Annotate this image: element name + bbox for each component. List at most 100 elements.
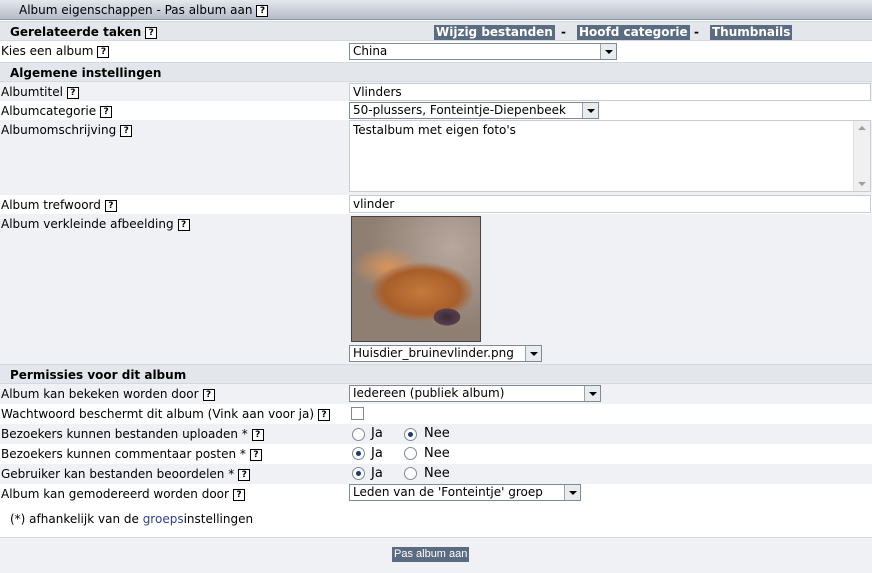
chevron-down-icon[interactable]: [582, 103, 598, 118]
album-keyword-label-text: Album trefwoord: [1, 198, 101, 212]
footnote: (*) afhankelijk van de groepsinstellinge…: [10, 512, 253, 526]
help-icon[interactable]: ?: [256, 4, 269, 17]
help-icon[interactable]: ?: [318, 408, 331, 421]
album-description-textarea[interactable]: Testalbum met eigen foto's: [349, 120, 871, 192]
password-checkbox[interactable]: [351, 407, 364, 420]
separator: -: [694, 25, 699, 39]
help-icon[interactable]: ?: [100, 105, 113, 118]
choose-album-select[interactable]: China: [349, 43, 617, 60]
moderation-label-text: Album kan gemodereerd worden door: [1, 487, 229, 501]
ratings-yes-radio[interactable]: [352, 467, 365, 480]
album-category-row: Albumcategorie? 50-plussers, Fonteintje-…: [0, 101, 872, 120]
chevron-down-icon[interactable]: [525, 346, 541, 361]
textarea-scrollbar[interactable]: [853, 121, 870, 191]
ratings-yes-label[interactable]: Ja: [371, 466, 383, 481]
ratings-row: Gebruiker kan bestanden beoordelen *? Ja…: [0, 464, 872, 484]
view-permission-label: Album kan bekeken worden door?: [1, 387, 215, 401]
moderation-select[interactable]: Leden van de 'Fonteintje' groep: [349, 484, 581, 501]
groups-link[interactable]: groeps: [143, 512, 184, 526]
album-title-label: Albumtitel?: [1, 85, 79, 99]
ratings-label: Gebruiker kan bestanden beoordelen *?: [1, 467, 251, 481]
help-icon[interactable]: ?: [202, 388, 215, 401]
page-title-text: Album eigenschappen - Pas album aan: [19, 3, 253, 17]
chevron-down-icon[interactable]: [584, 386, 600, 401]
uploads-yes-radio[interactable]: [352, 428, 365, 441]
separator: -: [561, 25, 566, 39]
comments-yes-label[interactable]: Ja: [371, 446, 383, 461]
edit-files-link[interactable]: Wijzig bestanden: [434, 25, 555, 40]
moderation-label: Album kan gemodereerd worden door?: [1, 487, 245, 501]
album-category-select[interactable]: 50-plussers, Fonteintje-Diepenbeek: [349, 102, 599, 119]
password-label: Wachtwoord beschermt dit album (Vink aan…: [1, 407, 331, 421]
view-permission-label-text: Album kan bekeken worden door: [1, 387, 199, 401]
comments-yes-radio[interactable]: [352, 447, 365, 460]
ratings-no-radio[interactable]: [404, 467, 417, 480]
help-icon[interactable]: ?: [97, 45, 110, 58]
permissions-heading-text: Permissies voor dit album: [10, 368, 187, 382]
choose-album-label: Kies een album?: [1, 44, 110, 58]
help-icon[interactable]: ?: [104, 199, 117, 212]
moderation-value: Leden van de 'Fonteintje' groep: [353, 485, 543, 499]
comments-label-text: Bezoekers kunnen commentaar posten *: [1, 447, 246, 461]
album-thumbnail-label-text: Album verkleinde afbeelding: [1, 217, 174, 231]
help-icon[interactable]: ?: [66, 86, 79, 99]
page-title: Album eigenschappen - Pas album aan?: [19, 3, 269, 17]
uploads-label: Bezoekers kunnen bestanden uploaden *?: [1, 427, 264, 441]
album-category-value: 50-plussers, Fonteintje-Diepenbeek: [353, 103, 566, 117]
album-keyword-row: Album trefwoord? vlinder: [0, 195, 872, 214]
chevron-down-icon[interactable]: [600, 44, 616, 59]
comments-no-label[interactable]: Nee: [424, 446, 450, 461]
thumbnails-link[interactable]: Thumbnails: [710, 25, 793, 40]
uploads-row: Bezoekers kunnen bestanden uploaden *? J…: [0, 424, 872, 444]
album-description-label: Albumomschrijving?: [1, 123, 133, 137]
general-settings-heading: Algemene instellingen: [0, 62, 872, 82]
scroll-up-icon[interactable]: [858, 126, 866, 130]
help-icon[interactable]: ?: [249, 448, 262, 461]
permissions-heading: Permissies voor dit album: [0, 364, 872, 384]
album-title-label-text: Albumtitel: [1, 85, 63, 99]
related-tasks-label-text: Gerelateerde taken: [10, 25, 142, 39]
uploads-label-text: Bezoekers kunnen bestanden uploaden *: [1, 427, 248, 441]
comments-no-radio[interactable]: [404, 447, 417, 460]
uploads-no-radio[interactable]: [404, 428, 417, 441]
password-row: Wachtwoord beschermt dit album (Vink aan…: [0, 404, 872, 424]
help-icon[interactable]: ?: [145, 26, 158, 39]
update-album-button[interactable]: Pas album aan: [392, 547, 470, 562]
general-settings-heading-text: Algemene instellingen: [10, 66, 162, 80]
help-icon[interactable]: ?: [232, 488, 245, 501]
view-permission-select[interactable]: Iedereen (publiek album): [349, 385, 601, 402]
chevron-down-icon[interactable]: [564, 485, 580, 500]
footnote-prefix: (*) afhankelijk van de: [10, 512, 143, 526]
view-permission-value: Iedereen (publiek album): [353, 386, 505, 400]
help-icon[interactable]: ?: [238, 468, 251, 481]
album-title-row: Albumtitel? Vlinders: [0, 82, 872, 101]
parent-category-link[interactable]: Hoofd categorie: [577, 25, 690, 40]
ratings-label-text: Gebruiker kan bestanden beoordelen *: [1, 467, 235, 481]
comments-label: Bezoekers kunnen commentaar posten *?: [1, 447, 262, 461]
album-description-value: Testalbum met eigen foto's: [353, 123, 516, 137]
choose-album-value: China: [353, 44, 388, 58]
moderation-row: Album kan gemodereerd worden door? Leden…: [0, 484, 872, 504]
album-category-label: Albumcategorie?: [1, 104, 113, 118]
help-icon[interactable]: ?: [177, 218, 190, 231]
uploads-yes-label[interactable]: Ja: [371, 426, 383, 441]
album-keyword-label: Album trefwoord?: [1, 198, 117, 212]
window-titlebar: Album eigenschappen - Pas album aan?: [0, 0, 872, 20]
help-icon[interactable]: ?: [120, 124, 133, 137]
password-label-text: Wachtwoord beschermt dit album (Vink aan…: [1, 407, 315, 421]
choose-album-row: Kies een album? China: [0, 41, 872, 62]
related-tasks-label: Gerelateerde taken?: [10, 25, 158, 39]
uploads-no-label[interactable]: Nee: [424, 426, 450, 441]
choose-album-label-text: Kies een album: [1, 44, 94, 58]
ratings-no-label[interactable]: Nee: [424, 466, 450, 481]
album-title-input[interactable]: Vlinders: [349, 83, 871, 101]
album-description-row: Albumomschrijving? Testalbum met eigen f…: [0, 120, 872, 195]
scroll-down-icon[interactable]: [858, 182, 866, 186]
related-tasks-row: Gerelateerde taken? Wijzig bestanden - H…: [0, 21, 872, 41]
help-icon[interactable]: ?: [251, 428, 264, 441]
album-thumbnail-label: Album verkleinde afbeelding?: [1, 217, 190, 231]
album-category-label-text: Albumcategorie: [1, 104, 97, 118]
album-thumbnail-select[interactable]: Huisdier_bruinevlinder.png: [349, 345, 542, 362]
album-description-label-text: Albumomschrijving: [1, 123, 117, 137]
album-keyword-input[interactable]: vlinder: [349, 195, 871, 213]
